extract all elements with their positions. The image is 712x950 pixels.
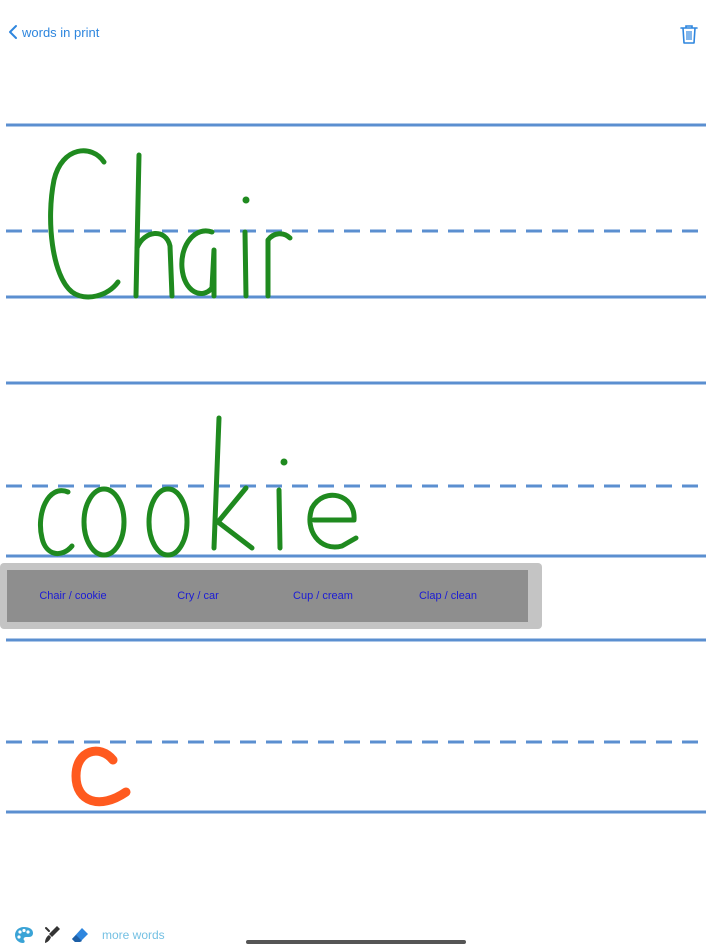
home-indicator[interactable] <box>246 940 466 944</box>
delete-button[interactable] <box>680 24 698 44</box>
word-option-cry-car[interactable]: Cry / car <box>177 590 219 602</box>
i-dot-1 <box>242 196 250 204</box>
palette-button[interactable] <box>14 925 34 945</box>
eraser-button[interactable] <box>70 925 90 945</box>
word-option-cup-cream[interactable]: Cup / cream <box>293 590 353 602</box>
i-dot-2 <box>280 458 288 466</box>
chevron-left-icon <box>9 25 17 39</box>
brush-icon <box>45 926 60 943</box>
handwritten-letter-3 <box>71 746 131 807</box>
brush-button[interactable] <box>42 925 62 945</box>
word-option-chair-cookie[interactable]: Chair / cookie <box>39 590 106 602</box>
back-button[interactable]: words in print <box>8 24 99 40</box>
writing-canvas[interactable] <box>0 0 712 950</box>
eraser-icon <box>72 928 88 942</box>
bottom-toolbar: more words <box>14 925 165 945</box>
more-words-button[interactable]: more words <box>102 928 165 942</box>
handwritten-word-1 <box>48 148 293 300</box>
back-button-label: words in print <box>22 24 100 40</box>
palette-icon <box>15 927 33 943</box>
word-options-bar: Chair / cookie Cry / car Cup / cream Cla… <box>7 570 528 622</box>
word-options-popup: Chair / cookie Cry / car Cup / cream Cla… <box>0 563 542 629</box>
word-option-clap-clean[interactable]: Clap / clean <box>419 590 477 602</box>
trash-icon <box>680 25 698 44</box>
